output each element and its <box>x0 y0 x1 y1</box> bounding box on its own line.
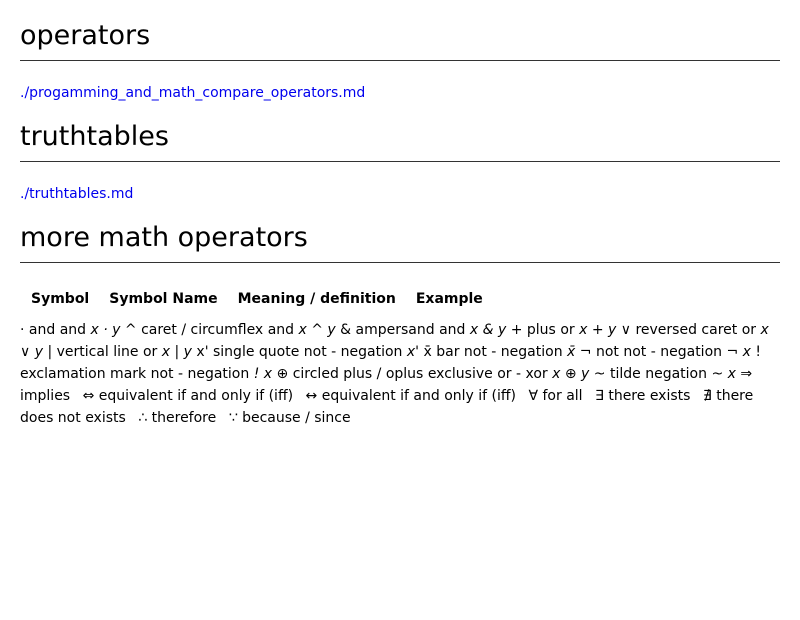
heading-operators: operators <box>20 20 780 61</box>
table-row: ↔ equivalent if and only if (iff) <box>306 388 521 404</box>
cell-meaning: negation <box>645 366 707 382</box>
column-header-symbol-name: Symbol Name <box>109 291 218 307</box>
cell-symbol: ∄ <box>702 388 712 404</box>
cell-symbol-name: circled plus / oplus <box>292 366 424 382</box>
table-row: ⊕ circled plus / oplus exclusive or - xo… <box>277 366 594 382</box>
cell-example: x | y <box>161 344 192 360</box>
cell-example: x & y <box>469 322 507 338</box>
cell-symbol: ^ <box>124 322 137 338</box>
cell-symbol-name: equivalent <box>321 388 396 404</box>
table-row: · and and x · y <box>20 322 125 338</box>
cell-meaning: not - negation <box>303 344 403 360</box>
column-header-example: Example <box>415 291 483 307</box>
table-row: | vertical line or x | y <box>47 344 196 360</box>
cell-meaning: and <box>267 322 295 338</box>
table-row: ~ tilde negation ~ x <box>594 366 741 382</box>
table-row: ^ caret / circumflex and x ^ y <box>125 322 340 338</box>
truthtables-link-paragraph: ./truthtables.md <box>20 184 780 204</box>
cell-symbol-name: therefore <box>151 410 217 426</box>
cell-symbol: ↔ <box>305 388 318 404</box>
cell-symbol-name: vertical line <box>56 344 139 360</box>
cell-symbol: x' <box>196 344 209 360</box>
cell-symbol: ! <box>755 344 762 360</box>
cell-symbol-name: equivalent <box>98 388 173 404</box>
table-row: ∵ because / since <box>229 410 355 426</box>
cell-symbol: x̄ <box>423 344 432 360</box>
cell-symbol-name: implies <box>20 388 71 404</box>
cell-symbol: ∃ <box>595 388 604 404</box>
cell-example: x' <box>406 344 420 360</box>
cell-meaning: or <box>741 322 757 338</box>
heading-more-math-operators: more math operators <box>20 222 780 263</box>
cell-symbol-name: not <box>595 344 619 360</box>
table-row: & ampersand and x & y <box>340 322 511 338</box>
cell-meaning: or <box>142 344 158 360</box>
cell-symbol: ⇒ <box>740 366 753 382</box>
cell-meaning: not - negation <box>463 344 563 360</box>
table-row: ∀ for all <box>528 388 587 404</box>
cell-symbol: ∀ <box>528 388 539 404</box>
table-row: + plus or x + y <box>511 322 621 338</box>
cell-symbol: ∵ <box>228 410 238 426</box>
cell-symbol: · <box>20 322 25 338</box>
cell-symbol-name: reversed caret <box>635 322 738 338</box>
cell-meaning: not - negation <box>150 366 250 382</box>
cell-symbol: ∨ <box>620 322 631 338</box>
operators-link-paragraph: ./progamming_and_math_compare_operators.… <box>20 83 780 103</box>
table-row: ⇔ equivalent if and only if (iff) <box>83 388 298 404</box>
cell-meaning: and <box>59 322 87 338</box>
table-row: ¬ not not - negation ¬ x <box>580 344 756 360</box>
operators-table-body: · and and x · y ^ caret / circumflex and… <box>20 319 780 429</box>
operators-table-header: Symbol Symbol Name Meaning / definition … <box>21 287 493 311</box>
cell-example: ¬ x <box>726 344 751 360</box>
cell-example: x ^ y <box>298 322 336 338</box>
truthtables-doc-link[interactable]: ./truthtables.md <box>20 186 133 202</box>
cell-example: x ⊕ y <box>552 366 590 382</box>
cell-symbol: ¬ <box>579 344 592 360</box>
heading-truthtables: truthtables <box>20 121 780 162</box>
cell-symbol-name: exclamation mark <box>20 366 147 382</box>
cell-meaning: or <box>560 322 575 338</box>
cell-example: x̄ <box>567 344 576 360</box>
cell-symbol: ⊕ <box>276 366 289 382</box>
cell-symbol: ⇔ <box>82 388 95 404</box>
cell-symbol: | <box>47 344 53 360</box>
cell-meaning: if and only if (iff) <box>177 388 294 404</box>
cell-symbol: ~ <box>593 366 606 382</box>
cell-symbol-name: single quote <box>213 344 300 360</box>
cell-symbol-name: caret / circumflex <box>141 322 264 338</box>
cell-symbol-name: because / since <box>242 410 351 426</box>
cell-meaning: not - negation <box>623 344 723 360</box>
column-header-symbol: Symbol <box>31 291 90 307</box>
markdown-document: operators ./progamming_and_math_compare_… <box>0 20 800 429</box>
cell-symbol-name: tilde <box>609 366 641 382</box>
cell-example: x · y <box>90 322 121 338</box>
cell-symbol: + <box>510 322 523 338</box>
table-row: x̄ bar not - negation x̄ <box>423 344 579 360</box>
cell-symbol-name: bar <box>436 344 460 360</box>
cell-symbol: & <box>340 322 352 338</box>
table-row: ∴ therefore <box>138 410 220 426</box>
cell-symbol-name: there exists <box>608 388 691 404</box>
cell-example: ~ x <box>711 366 736 382</box>
cell-meaning: if and only if (iff) <box>400 388 517 404</box>
cell-symbol-name: plus <box>526 322 556 338</box>
cell-symbol-name: ampersand <box>355 322 435 338</box>
cell-symbol: ∴ <box>138 410 148 426</box>
column-header-meaning: Meaning / definition <box>237 291 396 307</box>
cell-meaning: exclusive or - xor <box>427 366 548 382</box>
table-row: x' single quote not - negation x' <box>196 344 423 360</box>
cell-symbol-name: and <box>28 322 56 338</box>
table-row: ∃ there exists <box>595 388 695 404</box>
operators-doc-link[interactable]: ./progamming_and_math_compare_operators.… <box>20 85 365 101</box>
cell-symbol-name: for all <box>542 388 583 404</box>
cell-example: ! x <box>253 366 273 382</box>
cell-example: x + y <box>579 322 617 338</box>
cell-meaning: and <box>439 322 466 338</box>
